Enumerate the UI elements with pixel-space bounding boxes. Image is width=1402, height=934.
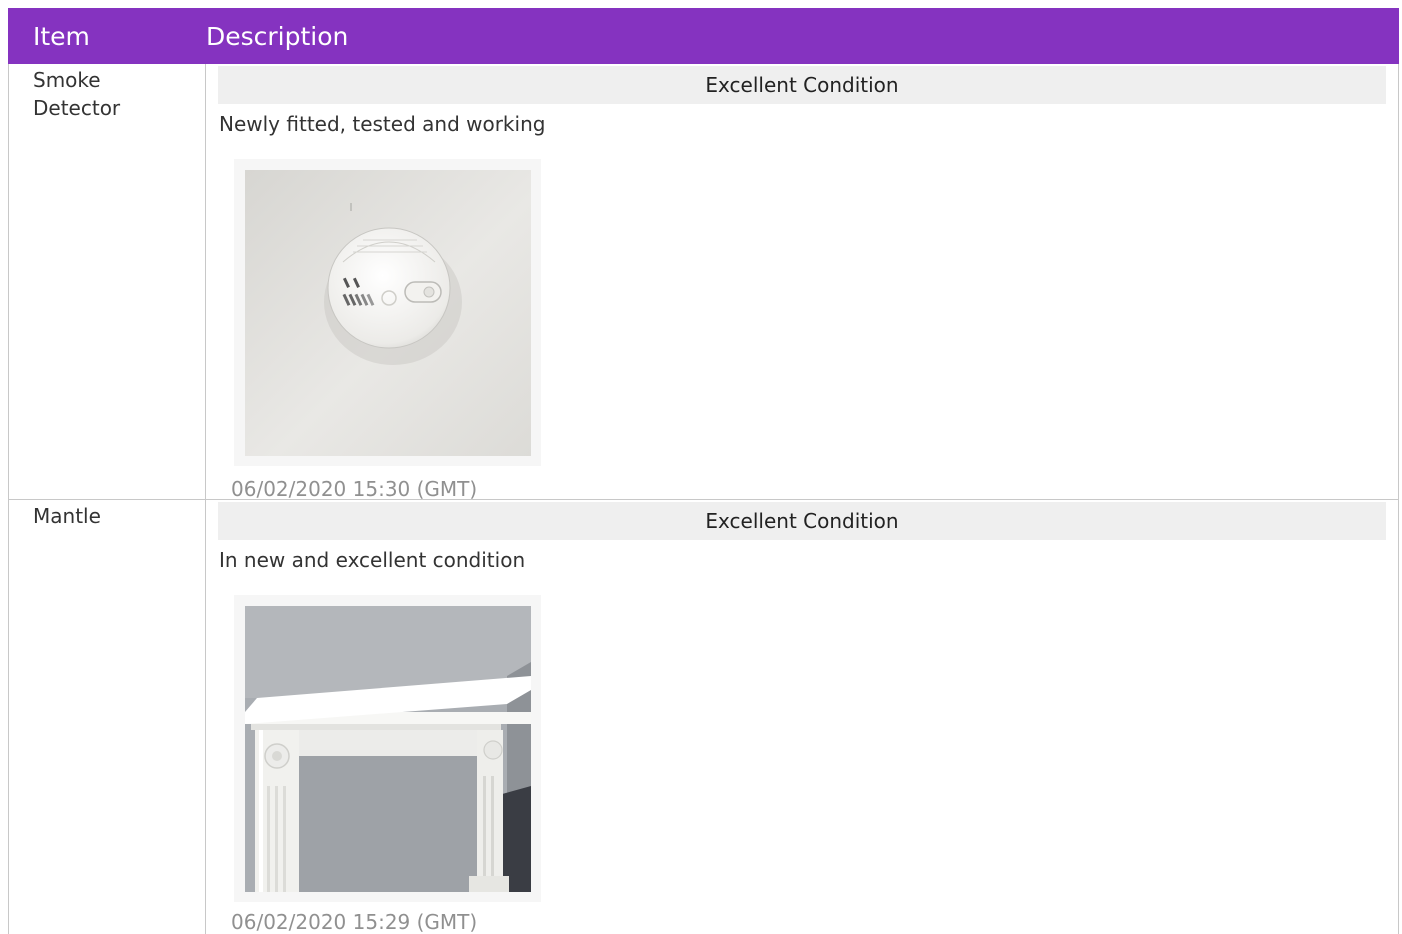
item-note: Newly fitted, tested and working <box>219 112 546 136</box>
smoke-detector-photo <box>245 170 531 456</box>
photo-thumbnail[interactable] <box>234 595 541 902</box>
condition-badge: Excellent Condition <box>218 502 1386 540</box>
condition-badge: Excellent Condition <box>218 66 1386 104</box>
column-divider <box>205 500 206 934</box>
fireplace-mantle-photo <box>245 606 531 892</box>
description-column-header: Description <box>206 22 349 51</box>
inventory-report: Item Description Smoke Detector Excellen… <box>8 8 1399 934</box>
column-divider <box>205 64 206 499</box>
item-name: Mantle <box>33 504 101 528</box>
item-name: Smoke Detector <box>33 68 121 120</box>
table-header: Item Description <box>8 8 1399 64</box>
photo-timestamp: 06/02/2020 15:30 (GMT) <box>231 477 478 501</box>
table-row: Mantle Excellent Condition In new and ex… <box>8 500 1399 934</box>
item-column-header: Item <box>33 22 90 51</box>
table-row: Smoke Detector Excellent Condition Newly… <box>8 64 1399 501</box>
photo-thumbnail[interactable] <box>234 159 541 466</box>
item-note: In new and excellent condition <box>219 548 526 572</box>
photo-timestamp: 06/02/2020 15:29 (GMT) <box>231 910 478 934</box>
